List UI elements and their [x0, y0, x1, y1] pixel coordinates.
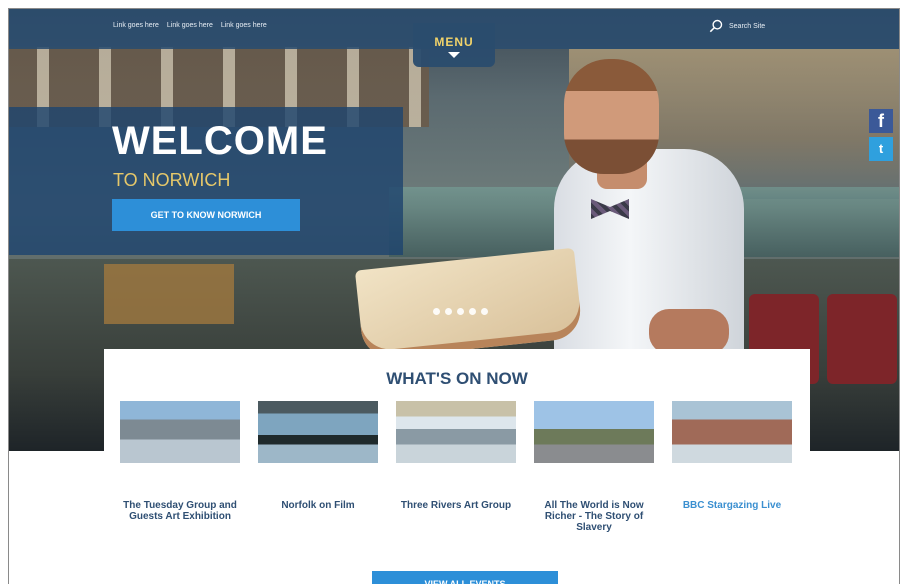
event-list: The Tuesday Group and Guests Art Exhibit…: [120, 401, 792, 533]
twitter-icon[interactable]: t: [869, 137, 893, 161]
red-chair: [827, 294, 897, 384]
welcome-subtitle: TO NORWICH: [113, 170, 231, 190]
search-label[interactable]: Search Site: [729, 23, 765, 30]
slide-dot[interactable]: [445, 308, 452, 315]
whats-on-panel: WHAT'S ON NOW The Tuesday Group and Gues…: [104, 349, 810, 584]
top-link[interactable]: Link goes here: [221, 22, 267, 29]
slide-dot[interactable]: [469, 308, 476, 315]
event-card[interactable]: BBC Stargazing Live: [672, 401, 792, 533]
slide-dot[interactable]: [457, 308, 464, 315]
hero-person-head: [564, 59, 659, 174]
chevron-down-icon[interactable]: [448, 52, 460, 58]
event-title[interactable]: The Tuesday Group and Guests Art Exhibit…: [120, 500, 240, 522]
top-link[interactable]: Link goes here: [113, 22, 159, 29]
event-thumbnail[interactable]: [396, 401, 516, 463]
event-card[interactable]: The Tuesday Group and Guests Art Exhibit…: [120, 401, 240, 533]
event-thumbnail[interactable]: [120, 401, 240, 463]
facebook-icon[interactable]: f: [869, 109, 893, 133]
menu-label[interactable]: MENU: [413, 23, 495, 49]
event-title[interactable]: Three Rivers Art Group: [396, 500, 516, 511]
welcome-panel: WELCOME TO NORWICH GET TO KNOW NORWICH: [9, 107, 403, 255]
search-icon[interactable]: [709, 19, 723, 33]
menu-button[interactable]: MENU: [413, 23, 495, 67]
event-thumbnail[interactable]: [258, 401, 378, 463]
welcome-title: WELCOME: [112, 119, 328, 163]
slide-indicators: [433, 308, 488, 315]
get-to-know-button[interactable]: GET TO KNOW NORWICH: [112, 199, 300, 231]
event-title[interactable]: BBC Stargazing Live: [672, 500, 792, 511]
hero-person-arm: [649, 309, 729, 354]
event-card[interactable]: Norfolk on Film: [258, 401, 378, 533]
top-link[interactable]: Link goes here: [167, 22, 213, 29]
slide-dot[interactable]: [481, 308, 488, 315]
event-card[interactable]: Three Rivers Art Group: [396, 401, 516, 533]
background-shelf: [104, 264, 234, 324]
slide-dot[interactable]: [433, 308, 440, 315]
event-card[interactable]: All The World is Now Richer - The Story …: [534, 401, 654, 533]
top-links: Link goes here Link goes here Link goes …: [113, 22, 267, 29]
event-title[interactable]: Norfolk on Film: [258, 500, 378, 511]
search-site[interactable]: Search Site: [709, 19, 765, 33]
event-thumbnail[interactable]: [672, 401, 792, 463]
view-all-events-button[interactable]: VIEW ALL EVENTS: [372, 571, 558, 584]
event-title[interactable]: All The World is Now Richer - The Story …: [534, 500, 654, 533]
page-frame: WELCOME TO NORWICH GET TO KNOW NORWICH f…: [8, 8, 900, 584]
event-thumbnail[interactable]: [534, 401, 654, 463]
whats-on-title: WHAT'S ON NOW: [386, 369, 528, 388]
